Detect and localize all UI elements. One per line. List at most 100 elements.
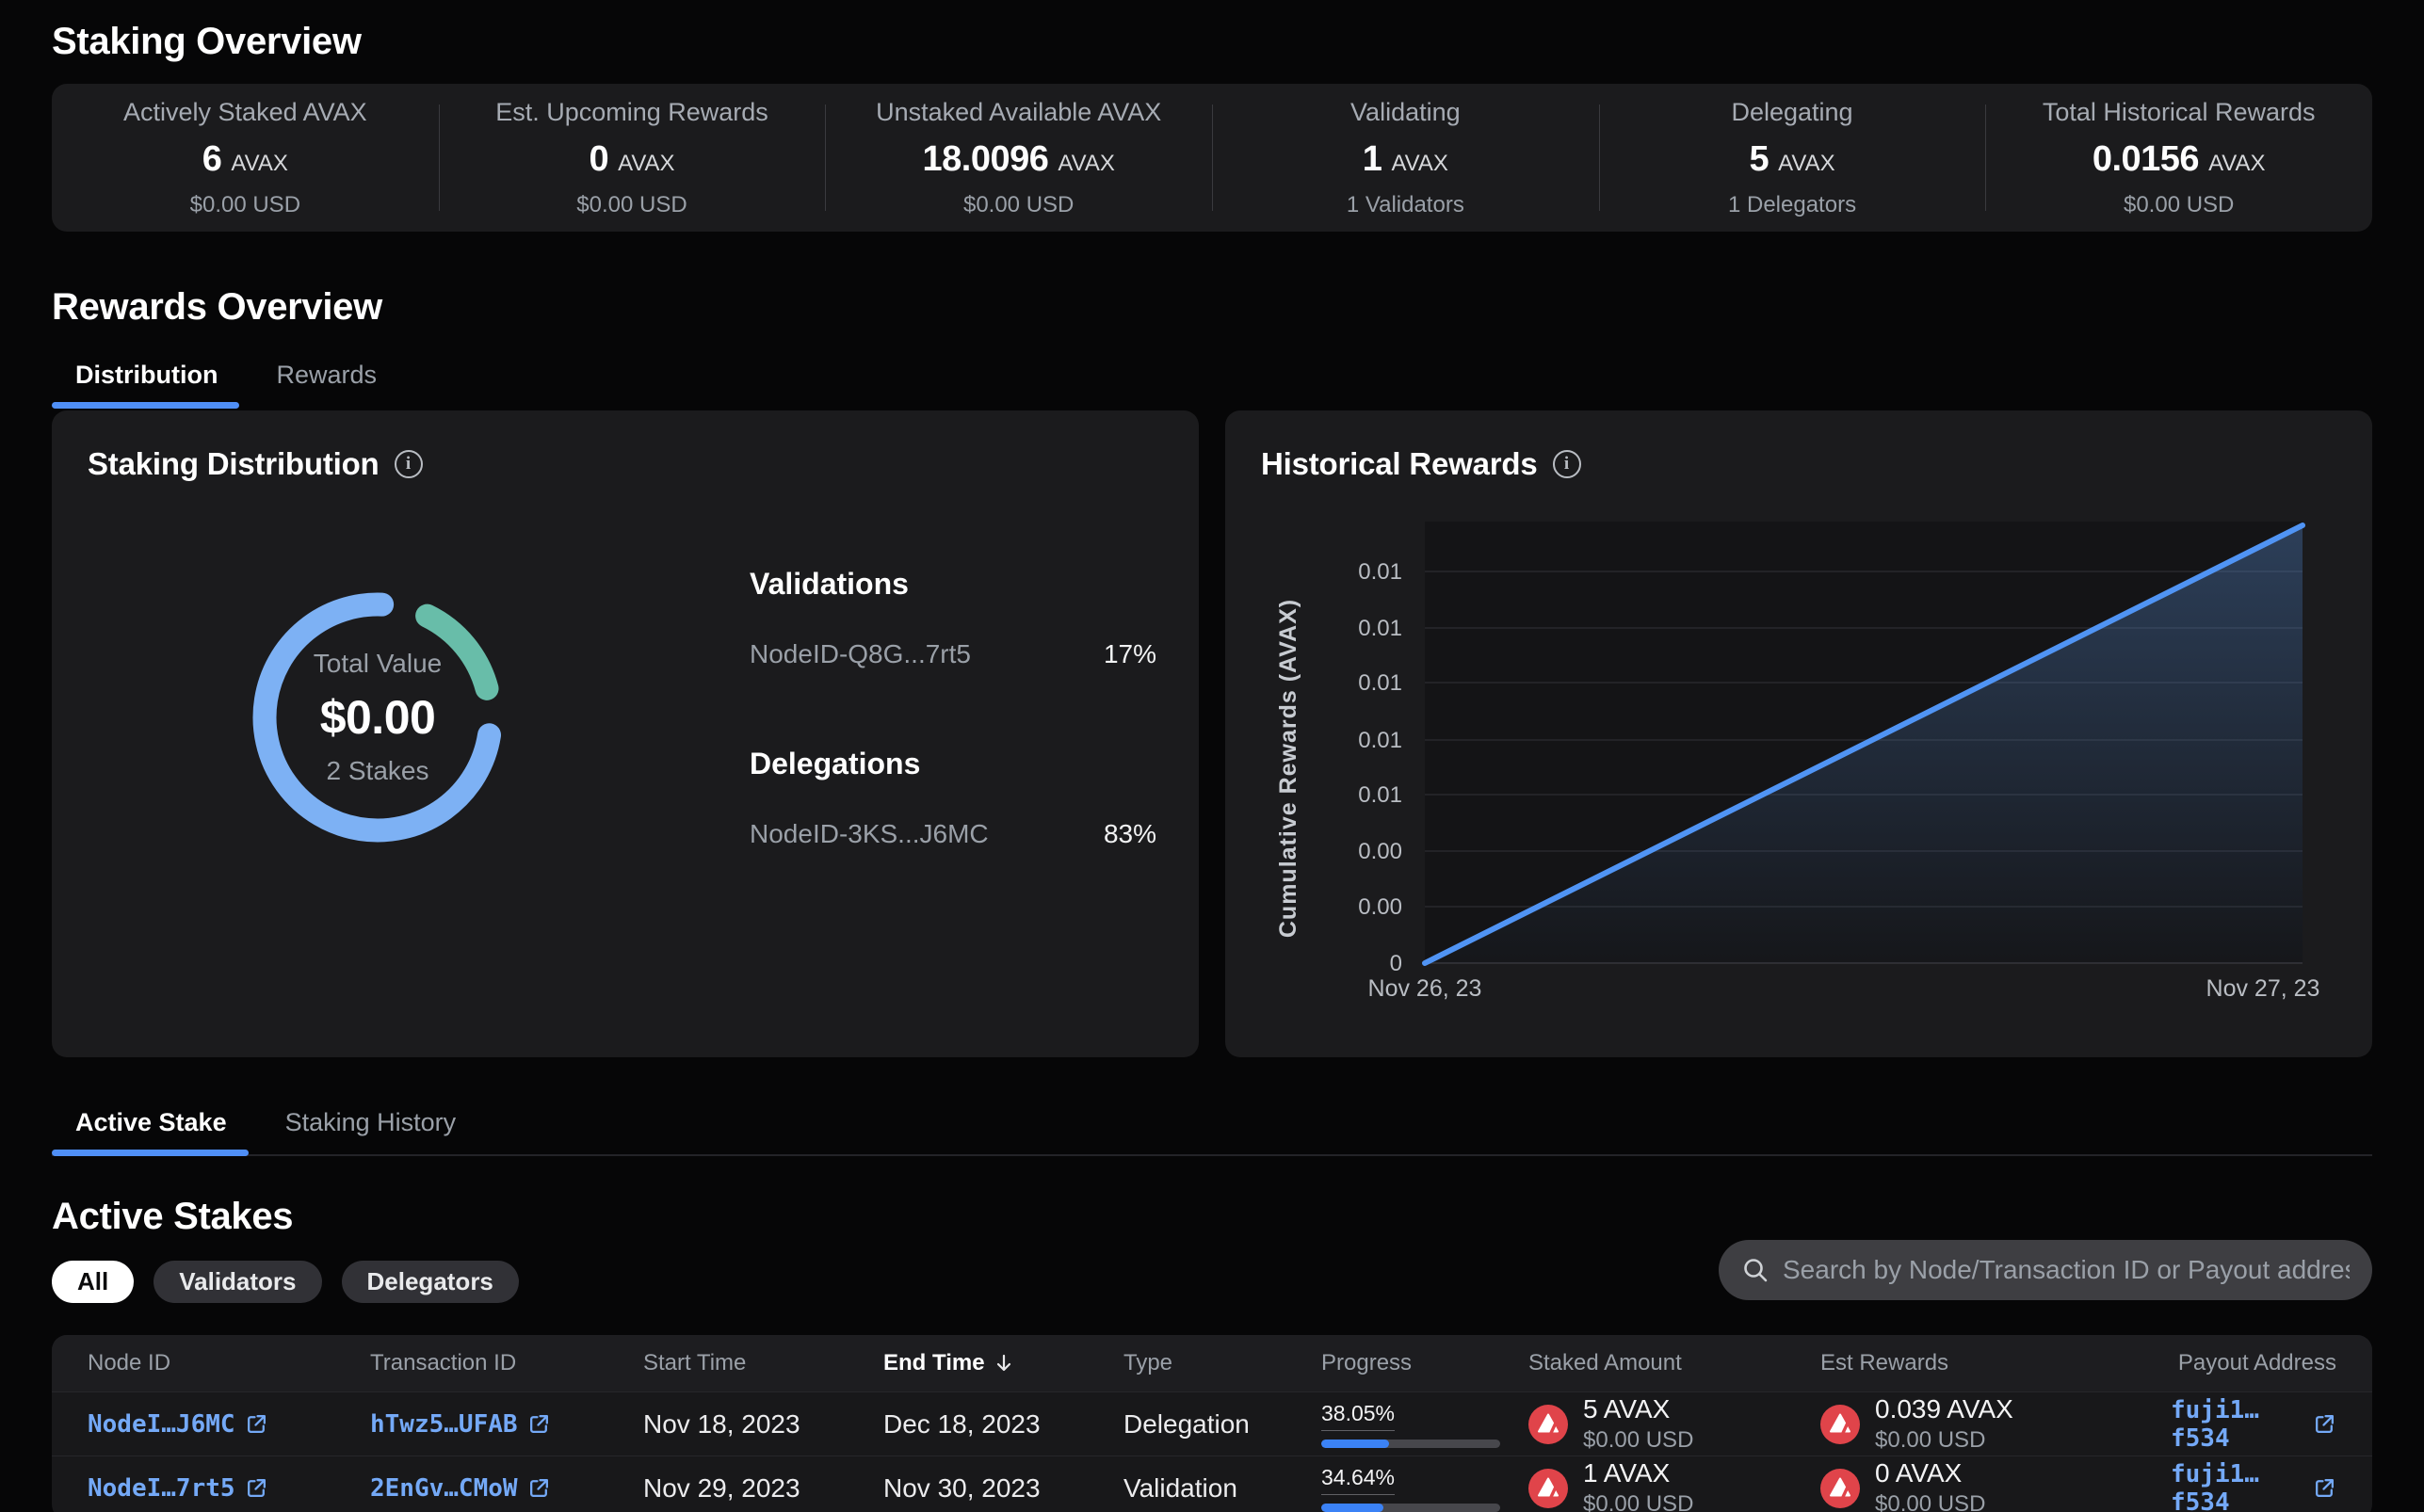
staked-amount: 1 AVAX bbox=[1583, 1458, 1693, 1488]
info-icon[interactable]: i bbox=[1553, 450, 1581, 478]
est-rewards: 0.039 AVAX bbox=[1875, 1394, 2013, 1424]
y-tick: 0.01 bbox=[1358, 782, 1402, 808]
tab-label: Rewards bbox=[276, 361, 377, 389]
payout-address-link[interactable]: fuji1…f534 bbox=[2171, 1396, 2336, 1453]
external-link-icon[interactable] bbox=[245, 1476, 268, 1500]
distribution-legend: Validations NodeID-Q8G...7rt5 17% Delega… bbox=[750, 567, 1156, 926]
stat-unit: AVAX bbox=[618, 151, 674, 177]
col-label: End Time bbox=[883, 1350, 985, 1376]
stat-unit: AVAX bbox=[231, 151, 287, 177]
stat-validating: Validating 1 AVAX 1 Validators bbox=[1212, 84, 1599, 232]
staking-overview-stats: Actively Staked AVAX 6 AVAX $0.00 USD Es… bbox=[52, 84, 2372, 232]
external-link-icon[interactable] bbox=[527, 1476, 551, 1500]
transaction-id-link[interactable]: 2EnGv…CMoW bbox=[370, 1474, 643, 1503]
card-title: Historical Rewards bbox=[1261, 446, 1538, 482]
validations-row: NodeID-Q8G...7rt5 17% bbox=[750, 639, 1156, 669]
col-staked-amount: Staked Amount bbox=[1528, 1350, 1820, 1376]
validation-node-id: NodeID-Q8G...7rt5 bbox=[750, 639, 971, 669]
staked-usd: $0.00 USD bbox=[1583, 1491, 1693, 1512]
end-time: Dec 18, 2023 bbox=[883, 1409, 1123, 1440]
est-rewards: 0 AVAX bbox=[1875, 1458, 1985, 1488]
end-time: Nov 30, 2023 bbox=[883, 1473, 1123, 1504]
stat-sub: $0.00 USD bbox=[2124, 192, 2234, 218]
tab-label: Staking History bbox=[285, 1108, 457, 1136]
avax-token-icon bbox=[1820, 1469, 1860, 1508]
stat-label: Validating bbox=[1350, 98, 1461, 127]
stat-total-historical-rewards: Total Historical Rewards 0.0156 AVAX $0.… bbox=[1985, 84, 2372, 232]
est-rewards-usd: $0.00 USD bbox=[1875, 1427, 2013, 1454]
progress-bar bbox=[1321, 1504, 1500, 1512]
tab-active-stake[interactable]: Active Stake bbox=[52, 1108, 250, 1154]
donut-total-label: Total Value bbox=[314, 649, 442, 679]
node-id-link[interactable]: NodeI…7rt5 bbox=[88, 1474, 370, 1503]
info-icon[interactable]: i bbox=[395, 450, 423, 478]
col-transaction-id: Transaction ID bbox=[370, 1350, 643, 1376]
stat-upcoming-rewards: Est. Upcoming Rewards 0 AVAX $0.00 USD bbox=[439, 84, 826, 232]
est-rewards-cell: 0.039 AVAX $0.00 USD bbox=[1820, 1394, 2171, 1454]
y-axis-label: Cumulative Rewards (AVAX) bbox=[1275, 599, 1301, 938]
external-link-icon[interactable] bbox=[527, 1412, 551, 1436]
tab-rewards[interactable]: Rewards bbox=[252, 361, 400, 409]
col-payout-address: Payout Address bbox=[2178, 1350, 2336, 1376]
active-stakes-table: Node ID Transaction ID Start Time End Ti… bbox=[52, 1335, 2372, 1512]
transaction-id-text: hTwz5…UFAB bbox=[370, 1410, 518, 1439]
stake-type: Validation bbox=[1123, 1473, 1321, 1504]
stat-value: 0.0156 bbox=[2093, 139, 2199, 180]
stat-value: 0 bbox=[589, 139, 608, 180]
filter-validators[interactable]: Validators bbox=[154, 1261, 321, 1303]
filter-delegators[interactable]: Delegators bbox=[342, 1261, 519, 1303]
col-start-time: Start Time bbox=[643, 1350, 883, 1376]
progress-bar-fill bbox=[1321, 1504, 1383, 1512]
stat-sub: 1 Delegators bbox=[1728, 192, 1856, 218]
filter-all[interactable]: All bbox=[52, 1261, 134, 1303]
y-tick: 0.00 bbox=[1358, 839, 1402, 864]
start-time: Nov 18, 2023 bbox=[643, 1409, 883, 1440]
stat-unstaked-available: Unstaked Available AVAX 18.0096 AVAX $0.… bbox=[825, 84, 1212, 232]
stat-actively-staked: Actively Staked AVAX 6 AVAX $0.00 USD bbox=[52, 84, 439, 232]
payout-address-text: fuji1…f534 bbox=[2171, 1460, 2303, 1512]
staking-dashboard: Staking Overview Actively Staked AVAX 6 … bbox=[0, 0, 2424, 1512]
node-id-text: NodeI…J6MC bbox=[88, 1410, 235, 1439]
y-tick: 0.01 bbox=[1358, 728, 1402, 753]
payout-address-link[interactable]: fuji1…f534 bbox=[2171, 1460, 2336, 1512]
stake-type: Delegation bbox=[1123, 1409, 1321, 1440]
stat-unit: AVAX bbox=[1058, 151, 1114, 177]
stat-unit: AVAX bbox=[1391, 151, 1447, 177]
avax-token-icon bbox=[1528, 1405, 1568, 1444]
stat-label: Est. Upcoming Rewards bbox=[495, 98, 768, 127]
staking-distribution-card: Staking Distribution i Total Value $0.00… bbox=[52, 410, 1199, 1057]
x-axis-end-label: Nov 27, 23 bbox=[2206, 975, 2320, 1002]
node-id-text: NodeI…7rt5 bbox=[88, 1474, 235, 1503]
y-tick: 0 bbox=[1390, 951, 1402, 976]
active-tab-underline bbox=[52, 402, 239, 409]
sort-desc-icon bbox=[993, 1352, 1015, 1375]
stat-value: 18.0096 bbox=[923, 139, 1049, 180]
y-tick: 0.00 bbox=[1358, 894, 1402, 920]
x-axis-start-label: Nov 26, 23 bbox=[1368, 975, 1482, 1002]
transaction-id-text: 2EnGv…CMoW bbox=[370, 1474, 518, 1503]
stat-value: 6 bbox=[202, 139, 222, 180]
tab-distribution[interactable]: Distribution bbox=[52, 361, 241, 409]
staked-amount: 5 AVAX bbox=[1583, 1394, 1693, 1424]
y-tick: 0.01 bbox=[1358, 616, 1402, 641]
table-row: NodeI…7rt5 2EnGv…CMoW Nov 29, 2023 Nov 3… bbox=[52, 1456, 2372, 1512]
search-input[interactable] bbox=[1783, 1255, 2350, 1285]
payout-address-text: fuji1…f534 bbox=[2171, 1396, 2303, 1453]
active-stakes-title: Active Stakes bbox=[52, 1196, 519, 1238]
stake-search[interactable] bbox=[1719, 1240, 2372, 1300]
external-link-icon[interactable] bbox=[245, 1412, 268, 1436]
transaction-id-link[interactable]: hTwz5…UFAB bbox=[370, 1410, 643, 1439]
external-link-icon[interactable] bbox=[2313, 1412, 2336, 1436]
external-link-icon[interactable] bbox=[2313, 1476, 2336, 1500]
node-id-link[interactable]: NodeI…J6MC bbox=[88, 1410, 370, 1439]
stat-label: Delegating bbox=[1731, 98, 1852, 127]
stat-sub: $0.00 USD bbox=[190, 192, 300, 218]
progress-bar bbox=[1321, 1440, 1500, 1448]
progress-percent[interactable]: 34.64% bbox=[1321, 1465, 1395, 1495]
active-tab-underline bbox=[52, 1150, 249, 1156]
delegations-row: NodeID-3KS...J6MC 83% bbox=[750, 819, 1156, 849]
progress-percent[interactable]: 38.05% bbox=[1321, 1401, 1395, 1431]
tab-staking-history[interactable]: Staking History bbox=[262, 1108, 480, 1154]
staked-amount-cell: 5 AVAX $0.00 USD bbox=[1528, 1394, 1820, 1454]
col-end-time-sort[interactable]: End Time bbox=[883, 1350, 1123, 1376]
